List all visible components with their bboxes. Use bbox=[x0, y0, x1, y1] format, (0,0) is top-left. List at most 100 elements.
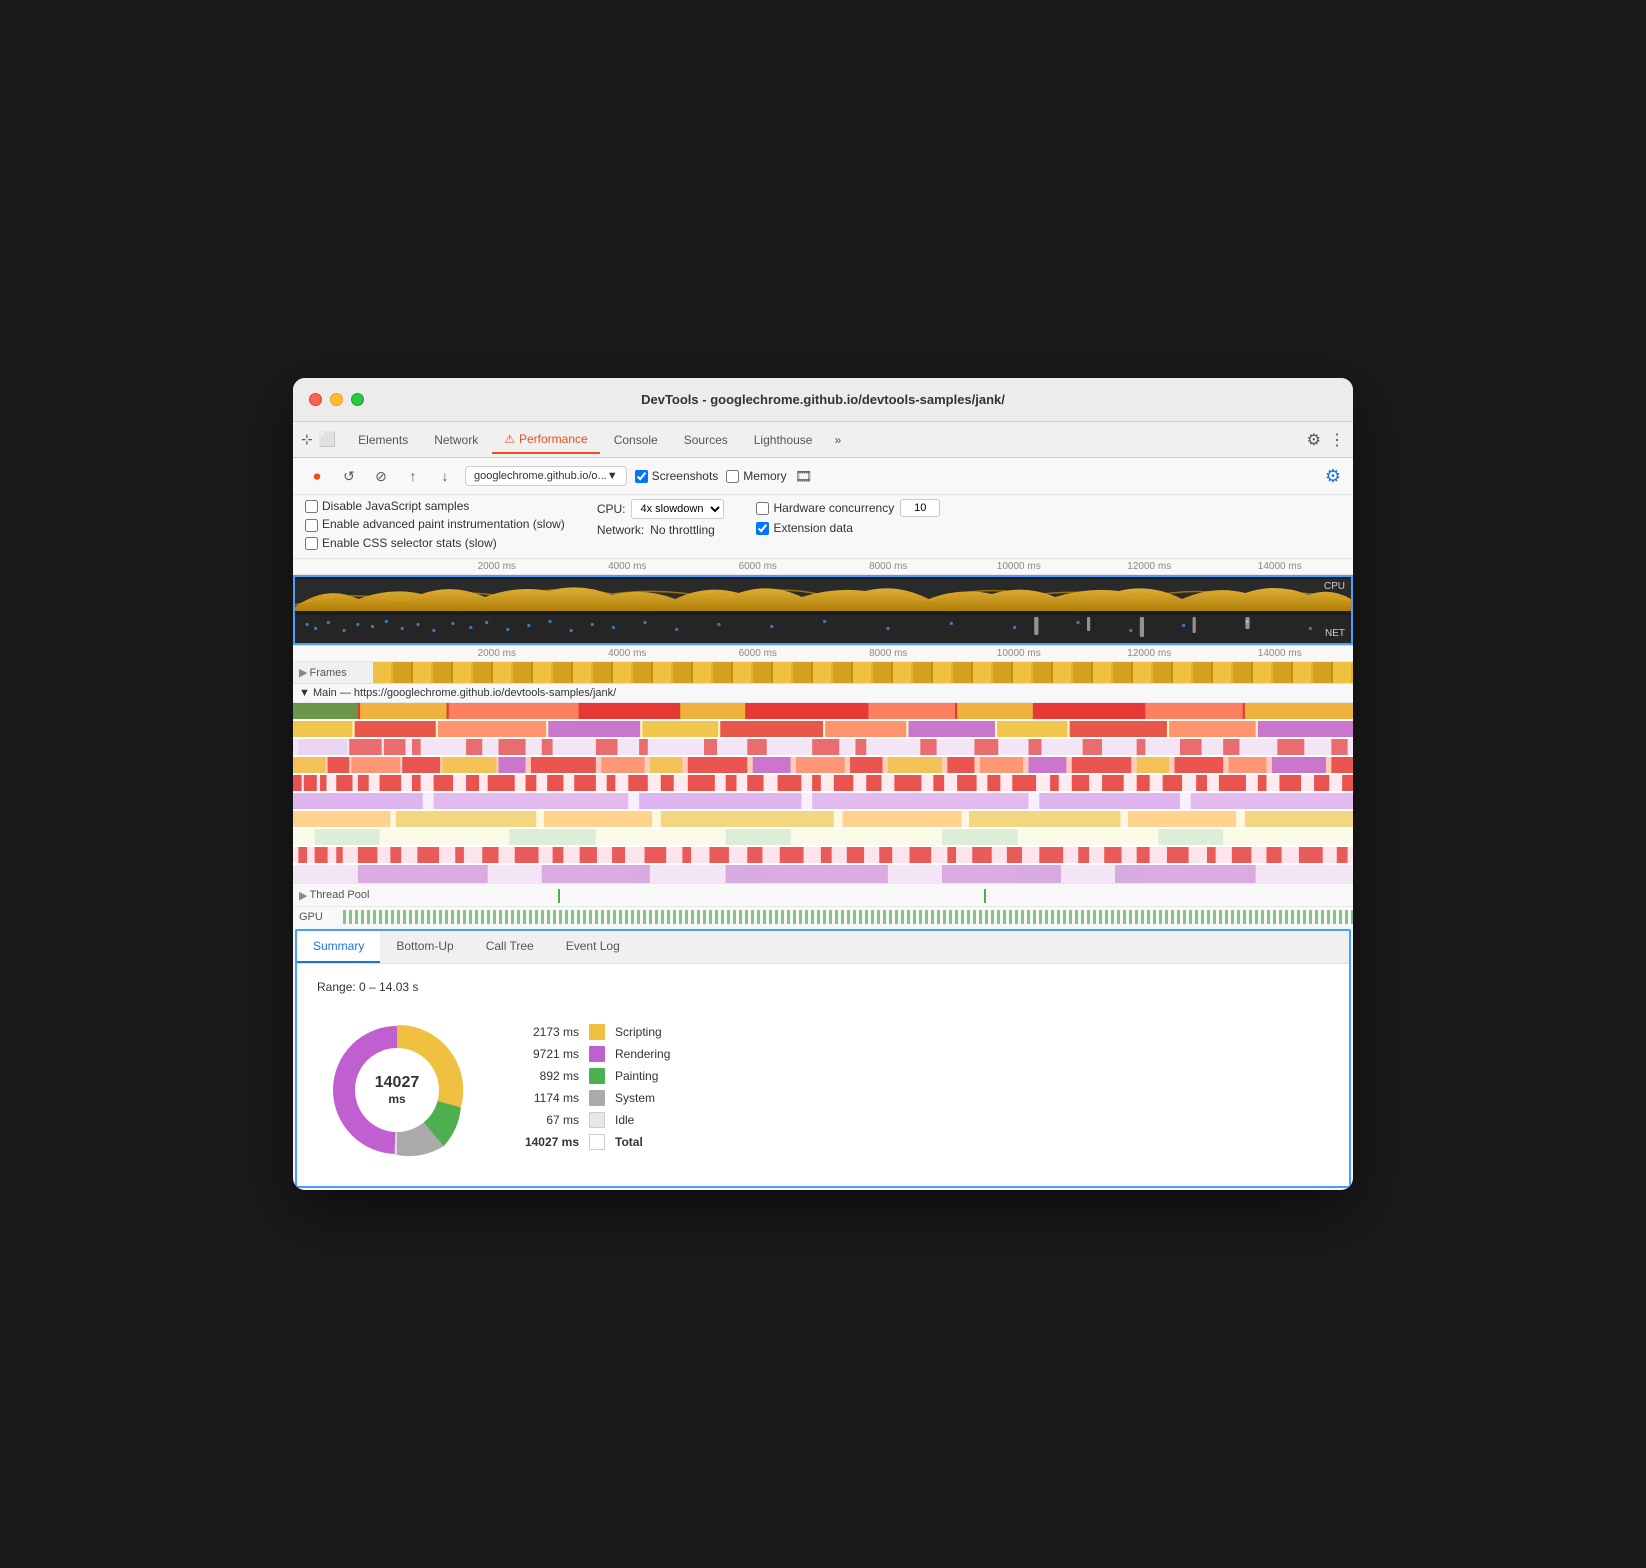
fc-ruler-tick-1: 2000 ms bbox=[432, 648, 563, 659]
options-middle: CPU: 4x slowdown 6x slowdown No throttli… bbox=[597, 499, 725, 537]
legend-ms-scripting: 2173 ms bbox=[509, 1025, 579, 1039]
extension-data-checkbox[interactable] bbox=[756, 522, 769, 535]
gpu-bar bbox=[343, 910, 1353, 924]
cpu-label: CPU: bbox=[597, 502, 626, 516]
tab-performance[interactable]: ⚠ Performance bbox=[492, 426, 599, 454]
tab-event-log[interactable]: Event Log bbox=[550, 931, 636, 963]
tab-call-tree[interactable]: Call Tree bbox=[470, 931, 550, 963]
legend-ms-painting: 892 ms bbox=[509, 1069, 579, 1083]
window-title: DevTools - googlechrome.github.io/devtoo… bbox=[641, 392, 1005, 407]
tab-performance-label: Performance bbox=[519, 432, 588, 446]
device-icon[interactable]: ⬜ bbox=[319, 431, 336, 448]
network-label: Network: bbox=[597, 523, 644, 537]
legend-row-painting: 892 ms Painting bbox=[509, 1068, 1329, 1084]
frames-triangle: ▶ bbox=[299, 666, 307, 679]
upload-button[interactable]: ↑ bbox=[401, 464, 425, 488]
fc-ruler-tick-5: 10000 ms bbox=[954, 648, 1085, 659]
legend-row-scripting: 2173 ms Scripting bbox=[509, 1024, 1329, 1040]
timeline-overview: 2000 ms 4000 ms 6000 ms 8000 ms 10000 ms… bbox=[293, 559, 1353, 646]
frames-bar bbox=[373, 662, 1353, 683]
reload-button[interactable]: ↺ bbox=[337, 464, 361, 488]
tab-summary[interactable]: Summary bbox=[297, 931, 380, 963]
ruler-tick-4: 8000 ms bbox=[823, 561, 954, 572]
range-text: Range: 0 – 14.03 s bbox=[317, 980, 1329, 994]
legend-row-system: 1174 ms System bbox=[509, 1090, 1329, 1106]
hw-input[interactable] bbox=[900, 499, 940, 517]
css-selector-label[interactable]: Enable CSS selector stats (slow) bbox=[305, 536, 565, 550]
memory-checkbox[interactable] bbox=[726, 470, 739, 483]
maximize-button[interactable] bbox=[351, 393, 364, 406]
bottom-content: Range: 0 – 14.03 s bbox=[297, 964, 1349, 1186]
legend-row-idle: 67 ms Idle bbox=[509, 1112, 1329, 1128]
thread-pool-label[interactable]: ▶ Thread Pool bbox=[293, 889, 383, 902]
record-button[interactable]: ⏺ bbox=[305, 464, 329, 488]
tab-elements[interactable]: Elements bbox=[346, 427, 420, 453]
advanced-paint-checkbox[interactable] bbox=[305, 519, 318, 532]
close-button[interactable] bbox=[309, 393, 322, 406]
settings-gear-icon[interactable]: ⚙ bbox=[1325, 466, 1341, 486]
screenshots-checkbox[interactable] bbox=[635, 470, 648, 483]
legend-ms-total: 14027 ms bbox=[509, 1135, 579, 1149]
hw-checkbox[interactable] bbox=[756, 502, 769, 515]
cpu-track bbox=[295, 579, 1351, 611]
frames-label[interactable]: ▶ Frames bbox=[293, 666, 373, 679]
legend-label-idle: Idle bbox=[615, 1113, 634, 1127]
overview-canvas[interactable]: CPU NET bbox=[293, 575, 1353, 645]
tab-console[interactable]: Console bbox=[602, 427, 670, 453]
screenshots-checkbox-label[interactable]: Screenshots bbox=[635, 469, 719, 483]
legend-label-rendering: Rendering bbox=[615, 1047, 670, 1061]
cursor-icon[interactable]: ⊹ bbox=[301, 431, 313, 448]
tab-right-actions: ⚙ ⋮ bbox=[1307, 430, 1345, 450]
minimize-button[interactable] bbox=[330, 393, 343, 406]
url-text: googlechrome.github.io/o...▼ bbox=[474, 470, 618, 482]
tab-bottom-up[interactable]: Bottom-Up bbox=[380, 931, 469, 963]
ruler-tick-0 bbox=[301, 561, 432, 572]
hw-checkbox-label[interactable]: Hardware concurrency bbox=[756, 501, 894, 515]
fc-ruler-tick-2: 4000 ms bbox=[562, 648, 693, 659]
extension-data-label[interactable]: Extension data bbox=[756, 521, 940, 535]
options-left: Disable JavaScript samples Enable advanc… bbox=[305, 499, 565, 550]
frames-row: ▶ Frames bbox=[293, 662, 1353, 684]
film-icon[interactable]: 🎞 bbox=[795, 468, 813, 485]
summary-grid: 14027 ms 2173 ms Scripting 9721 ms Rende… bbox=[317, 1010, 1329, 1170]
thread-pool-content bbox=[383, 884, 1353, 906]
flame-chart-area[interactable] bbox=[293, 703, 1353, 883]
options-row: Disable JavaScript samples Enable advanc… bbox=[293, 495, 1353, 559]
cpu-row: CPU: 4x slowdown 6x slowdown No throttli… bbox=[597, 499, 725, 519]
main-section-label: ▼ Main — https://googlechrome.github.io/… bbox=[293, 684, 1353, 703]
thread-tick-1 bbox=[558, 889, 560, 903]
thread-tick-2 bbox=[984, 889, 986, 903]
flamechart-section: 2000 ms 4000 ms 6000 ms 8000 ms 10000 ms… bbox=[293, 646, 1353, 927]
timeline-ruler-top: 2000 ms 4000 ms 6000 ms 8000 ms 10000 ms… bbox=[293, 559, 1353, 575]
disable-js-checkbox[interactable] bbox=[305, 500, 318, 513]
advanced-paint-label[interactable]: Enable advanced paint instrumentation (s… bbox=[305, 517, 565, 532]
clear-button[interactable]: ⊘ bbox=[369, 464, 393, 488]
net-dots-chart bbox=[295, 615, 1351, 643]
memory-checkbox-label[interactable]: Memory bbox=[726, 469, 786, 483]
ruler-tick-1: 2000 ms bbox=[432, 561, 563, 572]
donut-chart: 14027 ms bbox=[317, 1010, 477, 1170]
legend-label-total: Total bbox=[615, 1135, 643, 1149]
url-selector[interactable]: googlechrome.github.io/o...▼ bbox=[465, 466, 627, 486]
tab-lighthouse[interactable]: Lighthouse bbox=[742, 427, 825, 453]
settings-icon[interactable]: ⚙ bbox=[1307, 430, 1321, 450]
legend-label-system: System bbox=[615, 1091, 655, 1105]
gpu-label: GPU bbox=[293, 911, 343, 923]
thread-pool-triangle: ▶ bbox=[299, 889, 307, 902]
legend-label-scripting: Scripting bbox=[615, 1025, 662, 1039]
fc-ruler-tick-6: 12000 ms bbox=[1084, 648, 1215, 659]
bottom-panel: Summary Bottom-Up Call Tree Event Log Ra… bbox=[295, 929, 1351, 1188]
tab-network[interactable]: Network bbox=[422, 427, 490, 453]
bottom-tabs: Summary Bottom-Up Call Tree Event Log bbox=[297, 931, 1349, 964]
legend-row-total: 14027 ms Total bbox=[509, 1134, 1329, 1150]
download-button[interactable]: ↓ bbox=[433, 464, 457, 488]
css-selector-checkbox[interactable] bbox=[305, 537, 318, 550]
devtools-window: DevTools - googlechrome.github.io/devtoo… bbox=[293, 378, 1353, 1190]
disable-js-label[interactable]: Disable JavaScript samples bbox=[305, 499, 565, 513]
options-right: Hardware concurrency Extension data bbox=[756, 499, 940, 535]
cpu-select[interactable]: 4x slowdown 6x slowdown No throttling bbox=[631, 499, 724, 519]
toolbar: ⏺ ↺ ⊘ ↑ ↓ googlechrome.github.io/o...▼ S… bbox=[293, 458, 1353, 495]
menu-icon[interactable]: ⋮ bbox=[1329, 430, 1345, 450]
tab-more[interactable]: » bbox=[826, 429, 849, 451]
tab-sources[interactable]: Sources bbox=[672, 427, 740, 453]
